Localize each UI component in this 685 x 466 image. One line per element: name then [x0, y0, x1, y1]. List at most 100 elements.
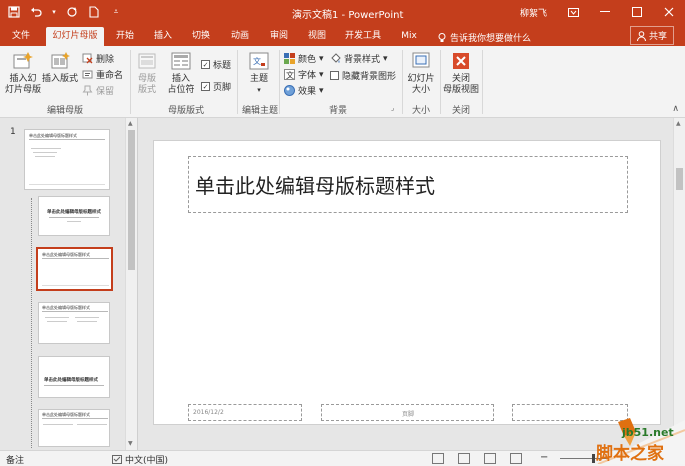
slide-size-icon [412, 52, 430, 68]
dialog-launcher-icon[interactable]: ⌟ [391, 104, 394, 112]
insert-layout-icon [51, 52, 70, 69]
ribbon-display-icon[interactable] [557, 0, 589, 24]
tab-slide-master[interactable]: 幻灯片母版 [46, 27, 104, 46]
window-title: 演示文稿1 - PowerPoint [292, 10, 404, 21]
tab-review[interactable]: 审阅 [264, 27, 294, 46]
group-divider [440, 50, 441, 114]
thumbnail-scrollbar[interactable]: ▲ ▼ [125, 118, 137, 450]
master-thumbnail[interactable]: 单击此处编辑母版标题样式 [24, 129, 110, 190]
tab-transitions[interactable]: 切换 [186, 27, 216, 46]
fonts-icon: 文 [284, 69, 295, 80]
hide-background-checkbox[interactable]: 隐藏背景图形 [330, 69, 396, 82]
thumbnail-tree-line [31, 198, 32, 448]
themes-dropdown-icon: ▾ [257, 86, 261, 94]
master-layout-button[interactable]: 母版 版式 [134, 50, 160, 96]
save-icon[interactable] [6, 4, 22, 20]
main-scrollbar[interactable]: ▲ [673, 118, 685, 450]
layout-thumbnail[interactable]: 单击此处编辑母版标题样式 [38, 196, 110, 236]
themes-label: 主题 [249, 74, 268, 84]
redo-icon[interactable]: ▾ [50, 4, 58, 20]
tab-insert[interactable]: 插入 [148, 27, 178, 46]
slide-sorter-icon[interactable] [458, 453, 470, 464]
scroll-up-icon[interactable]: ▲ [676, 120, 681, 127]
share-label: 共享 [649, 32, 668, 42]
layout-thumbnail[interactable]: 单击此处编辑母版标题样式 [38, 302, 110, 344]
scroll-up-icon[interactable]: ▲ [128, 120, 133, 127]
title-placeholder[interactable]: 单击此处编辑母版标题样式 [188, 156, 628, 213]
date-text: 2016/12/2 [193, 409, 224, 416]
new-file-icon[interactable] [86, 4, 102, 20]
scrollbar-thumb[interactable] [676, 168, 683, 190]
thumbnail-title: 单击此处编辑母版标题样式 [47, 210, 101, 215]
rename-button[interactable]: 重命名 [82, 68, 123, 81]
ribbon-tabs: 文件 幻灯片母版 开始 插入 切换 动画 审阅 视图 开发工具 Mix 告诉我你… [0, 24, 685, 46]
tab-developer[interactable]: 开发工具 [340, 27, 386, 46]
themes-button[interactable]: 文 主题 ▾ [244, 50, 274, 96]
undo-icon[interactable] [28, 4, 44, 20]
minimize-icon[interactable] [589, 0, 621, 24]
rename-icon [82, 70, 93, 79]
pin-icon [82, 85, 93, 96]
tab-file[interactable]: 文件 [6, 27, 36, 46]
svg-text:文: 文 [253, 56, 261, 66]
customize-icon[interactable]: ⩡ [108, 4, 124, 20]
insert-placeholder-button[interactable]: 插入 占位符 [164, 50, 198, 96]
insert-slide-master-button[interactable]: 插入幻 灯片母版 [4, 50, 42, 96]
group-label-close: 关闭 [451, 106, 470, 116]
delete-label: 删除 [96, 55, 115, 65]
background-styles-button[interactable]: 背景样式 ▾ [330, 52, 388, 65]
normal-view-icon[interactable] [432, 453, 444, 464]
title-check-label: 标题 [213, 61, 232, 71]
footer-text: 页脚 [402, 411, 415, 418]
colors-button[interactable]: 颜色 ▾ [284, 52, 324, 65]
title-check-icon: ✓ [201, 60, 210, 69]
tab-animations[interactable]: 动画 [225, 27, 255, 46]
title-checkbox[interactable]: ✓ 标题 [201, 58, 231, 71]
effects-button[interactable]: 效果 ▾ [284, 84, 324, 97]
group-divider [279, 50, 280, 114]
scrollbar-thumb[interactable] [128, 130, 135, 270]
scroll-down-icon[interactable]: ▼ [128, 440, 133, 447]
layout-thumbnail-selected[interactable]: 单击此处编辑母版标题样式 [36, 247, 113, 291]
layout-thumbnail[interactable]: 单击此处编辑母版标题样式 [38, 409, 110, 447]
zoom-out-icon[interactable]: − [540, 452, 548, 463]
collapse-ribbon-icon[interactable]: ∧ [672, 104, 679, 114]
preserve-button[interactable]: 保留 [82, 84, 114, 97]
close-master-view-button[interactable]: 关闭 母版视图 [442, 50, 480, 96]
maximize-icon[interactable] [621, 0, 653, 24]
tab-view[interactable]: 视图 [302, 27, 332, 46]
slide-size-button[interactable]: 幻灯片 大小 [406, 50, 436, 96]
delete-slide-icon [82, 53, 93, 64]
close-master-label: 关闭 母版视图 [442, 74, 479, 95]
tab-home[interactable]: 开始 [110, 27, 140, 46]
footer-check-label: 页脚 [213, 83, 232, 93]
delete-button[interactable]: 删除 [82, 52, 114, 65]
window-controls [557, 0, 685, 24]
background-styles-label: 背景样式 [344, 55, 381, 65]
group-label-master-layout: 母版版式 [167, 106, 204, 116]
notes-label: 备注 [6, 456, 25, 466]
fonts-button[interactable]: 文 字体 ▾ [284, 68, 324, 81]
date-placeholder[interactable]: 2016/12/2 [188, 404, 302, 421]
tab-mix[interactable]: Mix [394, 27, 424, 46]
insert-layout-label: 插入版式 [42, 74, 79, 84]
tell-me-search[interactable]: 告诉我你想要做什么 [438, 31, 531, 44]
proofing-icon [112, 455, 122, 464]
group-divider [130, 50, 131, 114]
thumbnail-title: 单击此处编辑母版标题样式 [44, 378, 98, 383]
footer-placeholder[interactable]: 页脚 [321, 404, 494, 421]
close-icon[interactable] [653, 0, 685, 24]
user-name[interactable]: 柳絮飞 [520, 6, 547, 19]
insert-placeholder-label: 插入 占位符 [167, 74, 195, 95]
reading-view-icon[interactable] [484, 453, 496, 464]
repeat-icon[interactable] [64, 4, 80, 20]
language-indicator[interactable]: 中文(中国) [112, 453, 168, 466]
layout-thumbnail[interactable]: 单击此处编辑母版标题样式 [38, 356, 110, 398]
slideshow-icon[interactable] [510, 453, 522, 464]
effects-label: 效果 [298, 87, 317, 97]
insert-layout-button[interactable]: 插入版式 [42, 50, 78, 85]
title-bar: ▾ ⩡ 演示文稿1 - PowerPoint 柳絮飞 [0, 0, 685, 24]
share-button[interactable]: 共享 [630, 26, 675, 45]
footer-checkbox[interactable]: ✓ 页脚 [201, 80, 231, 93]
notes-button[interactable]: 备注 [6, 453, 24, 466]
